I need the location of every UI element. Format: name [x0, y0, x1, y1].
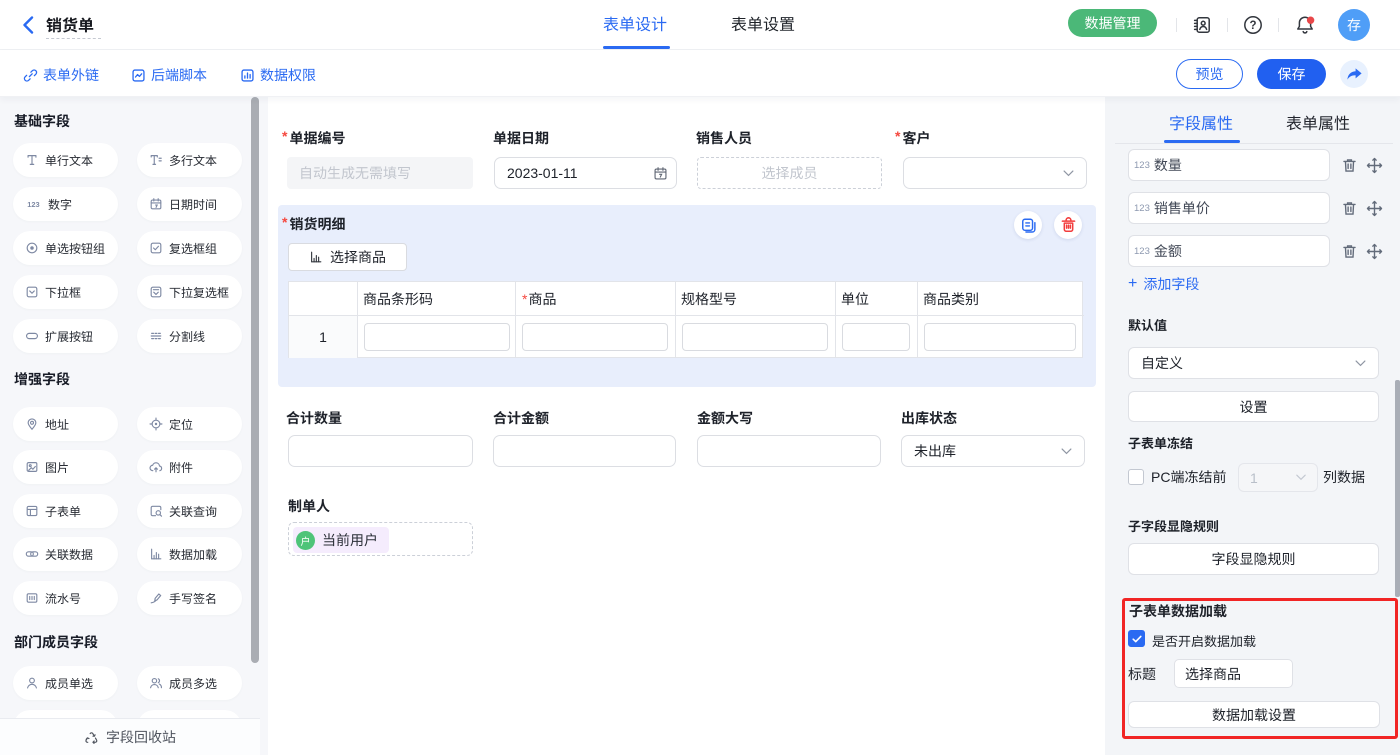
svg-text:?: ?	[1249, 20, 1256, 32]
svg-text:123: 123	[27, 200, 39, 209]
